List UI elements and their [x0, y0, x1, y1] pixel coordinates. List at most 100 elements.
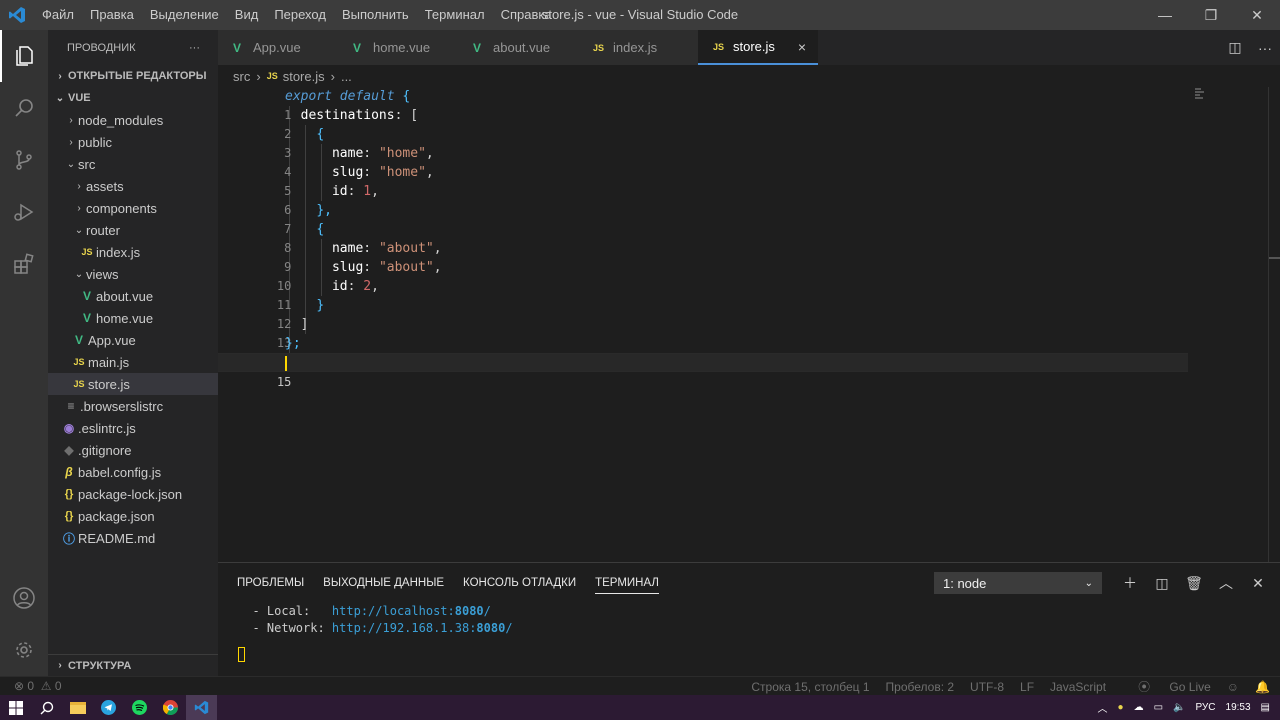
notification-center-icon[interactable]: ▤	[1261, 702, 1270, 713]
editor-scrollbar[interactable]	[1268, 87, 1280, 562]
close-tab-icon[interactable]: ×	[798, 39, 806, 55]
explorer-icon[interactable]	[0, 30, 48, 82]
tree-file-browserslistrc[interactable]: ≡ .browserslistrc	[48, 395, 218, 417]
spotify-icon[interactable]	[124, 695, 155, 720]
tree-folder-router[interactable]: ⌄ router	[48, 219, 218, 241]
project-root-section[interactable]: ⌄ VUE	[48, 87, 218, 109]
tab-terminal[interactable]: ТЕРМИНАЛ	[595, 572, 659, 594]
language-mode[interactable]: JavaScript	[1050, 680, 1106, 694]
breadcrumb-more[interactable]: ...	[341, 69, 352, 84]
menu-run[interactable]: Выполнить	[334, 0, 417, 30]
tab-about-vue[interactable]: V about.vue	[458, 30, 578, 65]
source-control-icon[interactable]	[0, 134, 48, 186]
code-editor[interactable]: 1 export default { 2 destinations: [ 3 {…	[218, 87, 1280, 562]
minimap-icon[interactable]	[1194, 87, 1206, 101]
tab-app-vue[interactable]: V App.vue	[218, 30, 338, 65]
tree-file-main-js[interactable]: JS main.js	[48, 351, 218, 373]
taskbar-search-icon[interactable]	[31, 695, 62, 720]
minimize-icon[interactable]: —	[1142, 0, 1188, 30]
notifications-icon[interactable]: 🔔	[1255, 680, 1270, 694]
tree-file-router-index-js[interactable]: JS index.js	[48, 241, 218, 263]
tree-folder-public[interactable]: › public	[48, 131, 218, 153]
menu-edit[interactable]: Правка	[82, 0, 142, 30]
cloud-icon[interactable]: ☁	[1134, 702, 1144, 713]
account-icon[interactable]	[0, 572, 48, 624]
maximize-panel-icon[interactable]: ︿	[1210, 572, 1242, 594]
activity-bar	[0, 30, 48, 676]
keyboard-language[interactable]: РУС	[1195, 702, 1215, 713]
split-editor-icon[interactable]: ◫	[1220, 39, 1250, 56]
tab-debug-console[interactable]: КОНСОЛЬ ОТЛАДКИ	[463, 572, 576, 594]
menu-view[interactable]: Вид	[227, 0, 267, 30]
chevron-right-icon: ›	[330, 68, 335, 84]
code-line: 11 id: 2,	[276, 279, 379, 312]
terminal-cursor	[238, 637, 1280, 665]
network-icon[interactable]: ▭	[1154, 702, 1163, 713]
tree-file-gitignore[interactable]: ◆ .gitignore	[48, 439, 218, 461]
feedback-icon[interactable]: ☺	[1227, 680, 1239, 694]
problems-indicator[interactable]: ⊗ 0 ⚠ 0	[0, 679, 62, 693]
more-actions-icon[interactable]: ···	[1250, 40, 1280, 56]
tree-file-home-vue[interactable]: V home.vue	[48, 307, 218, 329]
volume-icon[interactable]: 🔈	[1173, 702, 1185, 713]
js-file-icon: JS	[713, 41, 725, 52]
terminal-select[interactable]: 1: node ⌄	[934, 572, 1102, 594]
menu-file[interactable]: Файл	[34, 0, 82, 30]
tab-problems[interactable]: ПРОБЛЕМЫ	[237, 572, 304, 594]
tree-folder-components[interactable]: › components	[48, 197, 218, 219]
split-terminal-icon[interactable]: ◫	[1146, 572, 1178, 594]
restore-icon[interactable]: ❐	[1188, 0, 1234, 30]
chevron-up-icon[interactable]: ︿	[1098, 700, 1108, 715]
cursor-position[interactable]: Строка 15, столбец 1	[751, 680, 869, 694]
search-icon[interactable]	[0, 82, 48, 134]
text-cursor	[285, 356, 287, 371]
more-actions-icon[interactable]: ···	[189, 42, 200, 54]
tree-folder-src[interactable]: ⌄ src	[48, 153, 218, 175]
menu-go[interactable]: Переход	[266, 0, 334, 30]
tree-file-app-vue[interactable]: V App.vue	[48, 329, 218, 351]
telegram-icon[interactable]	[93, 695, 124, 720]
tree-folder-assets[interactable]: › assets	[48, 175, 218, 197]
tree-folder-views[interactable]: ⌄ views	[48, 263, 218, 285]
vscode-taskbar-icon[interactable]	[186, 695, 217, 720]
tree-file-eslintrc[interactable]: ◉ .eslintrc.js	[48, 417, 218, 439]
tab-home-vue[interactable]: V home.vue	[338, 30, 458, 65]
tree-file-about-vue[interactable]: V about.vue	[48, 285, 218, 307]
tree-file-babel-config[interactable]: β babel.config.js	[48, 461, 218, 483]
close-panel-icon[interactable]: ✕	[1242, 572, 1274, 594]
menu-selection[interactable]: Выделение	[142, 0, 227, 30]
tab-output[interactable]: ВЫХОДНЫЕ ДАННЫЕ	[323, 572, 444, 594]
settings-gear-icon[interactable]	[0, 624, 48, 676]
new-terminal-icon[interactable]: ＋	[1114, 572, 1146, 594]
clock[interactable]: 19:53	[1226, 702, 1251, 713]
go-live-button[interactable]: ⦿ Go Live	[1122, 678, 1211, 695]
tree-file-readme[interactable]: ⓘ README.md	[48, 527, 218, 549]
chevron-right-icon: ›	[58, 70, 62, 82]
close-window-icon[interactable]: ✕	[1234, 0, 1280, 30]
file-explorer-icon[interactable]	[62, 695, 93, 720]
tab-index-js[interactable]: JS index.js	[578, 30, 698, 65]
indentation[interactable]: Пробелов: 2	[886, 680, 955, 694]
trash-icon[interactable]: 🗑	[1178, 572, 1210, 594]
encoding[interactable]: UTF-8	[970, 680, 1004, 694]
app-tray-icon[interactable]: ●	[1118, 702, 1124, 713]
breadcrumb-folder[interactable]: src	[233, 69, 250, 84]
open-editors-section[interactable]: › ОТКРЫТЫЕ РЕДАКТОРЫ	[48, 65, 218, 87]
run-debug-icon[interactable]	[0, 186, 48, 238]
menu-help[interactable]: Справка	[493, 0, 560, 30]
tree-file-store-js[interactable]: JS store.js	[48, 373, 218, 395]
windows-start-icon[interactable]	[0, 695, 31, 720]
tab-store-js[interactable]: JS store.js ×	[698, 30, 818, 65]
breadcrumb-file[interactable]: store.js	[283, 69, 325, 84]
tree-folder-node-modules[interactable]: › node_modules	[48, 109, 218, 131]
end-of-line[interactable]: LF	[1020, 680, 1034, 694]
tree-file-package-lock-json[interactable]: {} package-lock.json	[48, 483, 218, 505]
terminal-output[interactable]: - Local: http://localhost:8080/ - Networ…	[218, 603, 1280, 665]
menu-terminal[interactable]: Терминал	[417, 0, 493, 30]
menu-bar: Файл Правка Выделение Вид Переход Выполн…	[34, 0, 560, 30]
chevron-right-icon: ›	[256, 68, 261, 84]
extensions-icon[interactable]	[0, 238, 48, 290]
outline-section[interactable]: › СТРУКТУРА	[48, 654, 218, 676]
chrome-icon[interactable]	[155, 695, 186, 720]
tree-file-package-json[interactable]: {} package.json	[48, 505, 218, 527]
